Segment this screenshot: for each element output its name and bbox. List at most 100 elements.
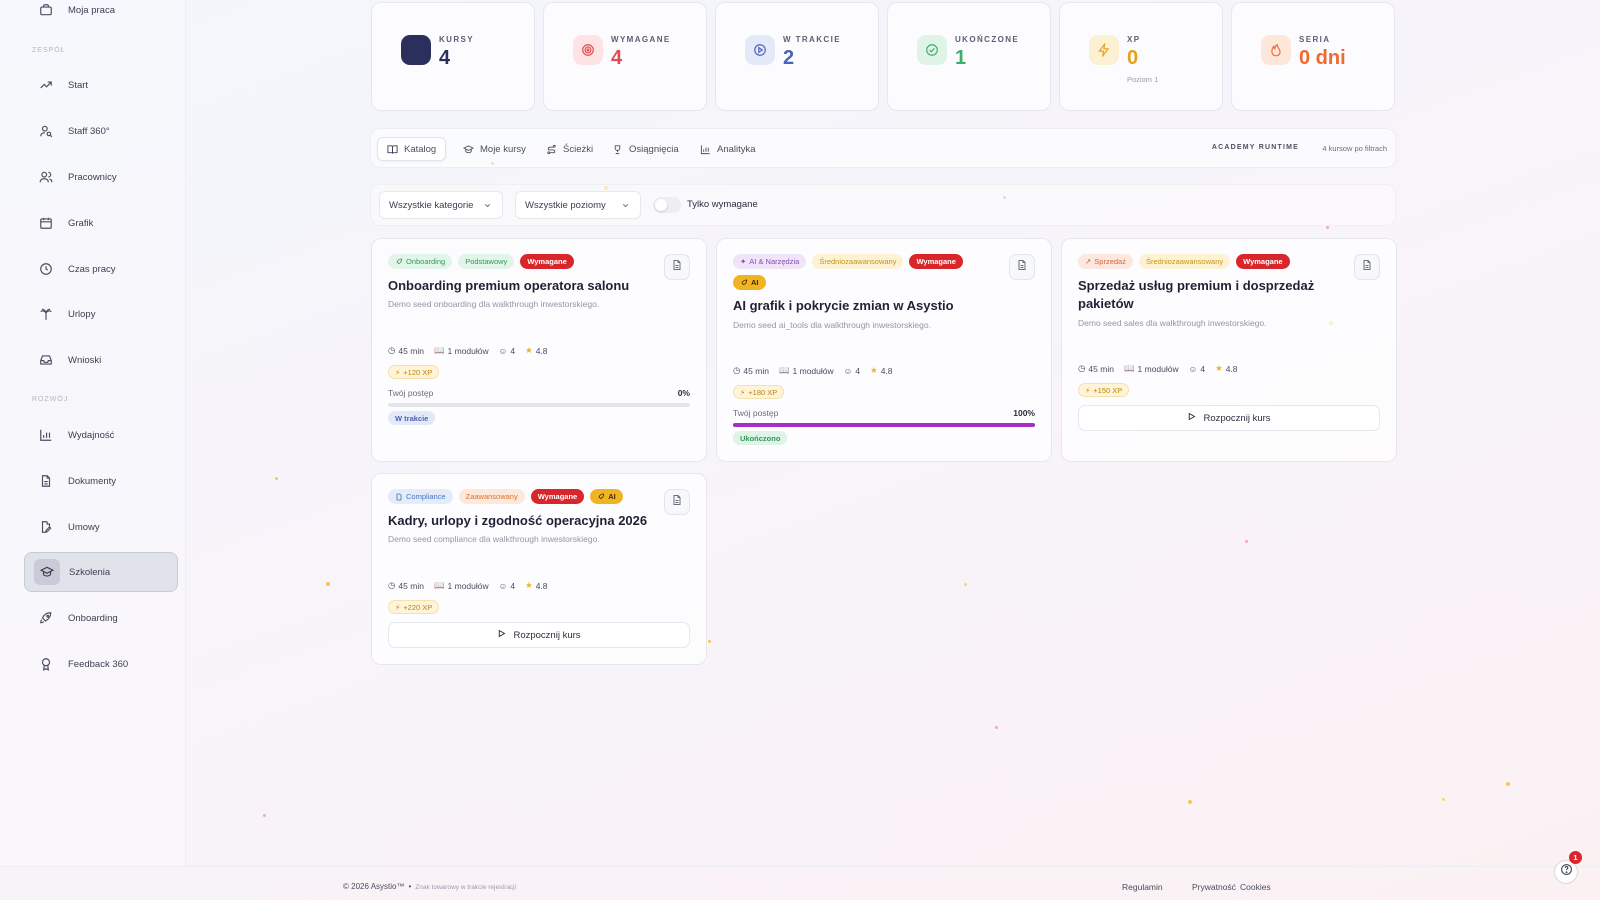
start-course-button[interactable]: Rozpocznij kurs (1078, 405, 1380, 431)
course-card[interactable]: Compliance Zaawansowany Wymagane AI Kadr… (371, 473, 707, 665)
sidebar-item-start[interactable]: Start (24, 65, 178, 105)
stat-value: 2 (783, 47, 795, 69)
modules-value: 1 modułów (447, 580, 489, 591)
document-button[interactable] (1354, 254, 1380, 280)
document-button[interactable] (1009, 254, 1035, 280)
sidebar-item-label: Wydajność (68, 429, 115, 441)
footer-link-cookies[interactable]: Cookies (1240, 882, 1271, 892)
rating: ★ 4.8 (1215, 363, 1237, 374)
learners-value: 4 (510, 345, 516, 356)
flame-icon (1261, 35, 1291, 65)
zap-icon: ⚡ (395, 367, 401, 377)
duration-value: 45 min (398, 345, 424, 356)
xp-badge: ⚡ +120 XP (388, 365, 440, 379)
required-only-label: Tylko wymagane (687, 199, 758, 210)
tab-moje-kursy[interactable]: Moje kursy (454, 137, 535, 161)
trend-up-icon: ↗ (1085, 257, 1092, 266)
sidebar-item-moja-praca[interactable]: Moja praca (24, 0, 178, 30)
footer-link-regulamin[interactable]: Regulamin (1122, 882, 1163, 892)
square-icon (401, 35, 431, 65)
xp-value: +120 XP (403, 367, 433, 377)
sidebar-item-staff-360[interactable]: Staff 360° (24, 111, 178, 151)
stat-card-wymagane: WYMAGANE 4 (543, 2, 707, 111)
rocket-icon (38, 610, 54, 626)
sidebar-item-szkolenia[interactable]: Szkolenia (24, 552, 178, 592)
trophy-icon (612, 144, 623, 155)
sidebar-item-label: Staff 360° (68, 125, 110, 137)
stat-label: SERIA (1299, 35, 1331, 44)
target-icon (573, 35, 603, 65)
level-select-value: Wszystkie poziomy (525, 199, 606, 211)
modules: 📖 1 modułów (434, 345, 489, 356)
progress-percent: 100% (1013, 408, 1035, 418)
course-card[interactable]: ↗ Sprzedaż Średniozaawansowany Wymagane … (1061, 238, 1397, 462)
sidebar-item-wydajnosc[interactable]: Wydajność (24, 415, 178, 455)
graduation-cap-icon (463, 144, 474, 155)
modules: 📖 1 modułów (1124, 363, 1179, 374)
sparkles-icon: ✦ (740, 257, 747, 266)
sidebar-item-czas-pracy[interactable]: Czas pracy (24, 249, 178, 289)
document-button[interactable] (664, 254, 690, 280)
sidebar-item-wnioski[interactable]: Wnioski (24, 340, 178, 380)
category-tag: Onboarding (388, 254, 453, 269)
sidebar-item-pracownicy[interactable]: Pracownicy (24, 157, 178, 197)
tab-osiagniecia[interactable]: Osiągnięcia (603, 137, 688, 161)
level-select[interactable]: Wszystkie poziomy (515, 191, 641, 219)
category-select[interactable]: Wszystkie kategorie (379, 191, 503, 219)
category-tag-label: Compliance (406, 492, 446, 501)
required-only-toggle[interactable] (653, 197, 681, 213)
duration: ◷ 45 min (733, 365, 769, 376)
document-icon (38, 473, 54, 489)
sidebar-item-label: Feedback 360 (68, 658, 129, 670)
stat-card-seria: SERIA 0 dni (1231, 2, 1395, 111)
course-card[interactable]: Onboarding Podstawowy Wymagane Onboardin… (371, 238, 707, 462)
start-course-label: Rozpocznij kurs (1203, 412, 1271, 424)
learners: ☺ 4 (499, 346, 515, 356)
course-title: Kadry, urlopy i zgodność operacyjna 2026 (388, 513, 648, 528)
notification-badge: 1 (1569, 851, 1582, 864)
start-course-button[interactable]: Rozpocznij kurs (388, 622, 690, 648)
duration: ◷ 45 min (388, 345, 424, 356)
learners: ☺ 4 (499, 581, 515, 591)
course-card[interactable]: ✦ AI & Narzędzia Średniozaawansowany Wym… (716, 238, 1052, 462)
learners: ☺ 4 (1189, 364, 1205, 374)
graduation-cap-icon (34, 559, 60, 585)
book-open-icon (387, 144, 398, 155)
course-description: Demo seed ai_tools dla walkthrough inwes… (733, 320, 931, 330)
tab-katalog[interactable]: Katalog (377, 137, 447, 161)
xp-value: +220 XP (403, 602, 433, 612)
sparkle-decoration (263, 814, 266, 817)
tab-analityka[interactable]: Analityka (691, 137, 765, 161)
duration-value: 45 min (398, 580, 424, 591)
stat-card-w-trakcie: W TRAKCIE 2 (715, 2, 879, 111)
sparkle-decoration (1506, 782, 1510, 786)
sidebar-item-dokumenty[interactable]: Dokumenty (24, 461, 178, 501)
sidebar-item-onboarding[interactable]: Onboarding (24, 598, 178, 638)
clock-icon: ◷ (1078, 363, 1086, 373)
xp-badge: ⚡ +180 XP (733, 385, 785, 399)
rating-value: 4.8 (535, 345, 548, 356)
rating-value: 4.8 (880, 365, 893, 376)
document-icon (1016, 258, 1028, 276)
sidebar-item-urlopy[interactable]: Urlopy (24, 294, 178, 334)
chevron-down-icon (621, 201, 630, 213)
course-title: Sprzedaż usług premium i dosprzedaż paki… (1078, 278, 1315, 311)
sparkle-decoration (1245, 540, 1248, 543)
stat-sub: Poziom 1 (1127, 75, 1159, 84)
tab-sciezki[interactable]: Ścieżki (537, 137, 602, 161)
section-label-dev: ROZWÓJ (32, 396, 69, 403)
clock-icon: ◷ (388, 345, 396, 355)
sidebar-item-umowy[interactable]: Umowy (24, 507, 178, 547)
sidebar-item-grafik[interactable]: Grafik (24, 203, 178, 243)
clock-icon (38, 261, 54, 277)
xp-badge: ⚡ +150 XP (1078, 383, 1130, 397)
sidebar-item-feedback-360[interactable]: Feedback 360 (24, 644, 178, 684)
level-tag: Zaawansowany (458, 489, 525, 504)
footer-link-prywatnosc[interactable]: Prywatność (1192, 882, 1236, 892)
level-tag: Podstawowy (458, 254, 515, 269)
level-tag: Średniozaawansowany (1138, 254, 1231, 269)
category-tag: Compliance (388, 489, 453, 504)
sidebar-item-label: Start (68, 79, 89, 91)
progress-label: Twój postęp (733, 408, 779, 418)
rating: ★ 4.8 (525, 580, 547, 591)
